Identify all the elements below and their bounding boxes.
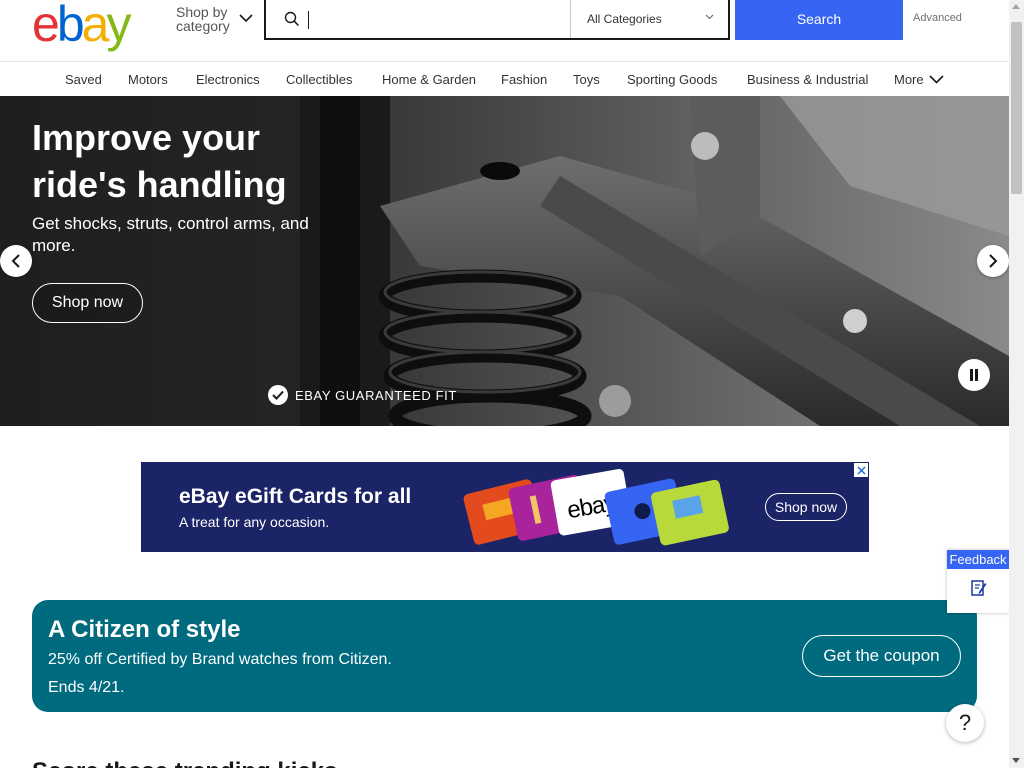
chevron-down-icon [929,75,944,84]
citizen-promo-banner: A Citizen of style 25% off Certified by … [32,600,977,712]
search-icon [284,11,300,27]
header: ebay Shop by category All Categories Sea… [0,0,1009,61]
ad-subtitle: A treat for any occasion. [179,514,330,530]
guaranteed-fit-label: EBAY GUARANTEED FIT [295,387,457,403]
nav-item-toys[interactable]: Toys [573,72,600,87]
ad-close-button[interactable] [854,463,868,477]
shop-by-category-button[interactable]: Shop by category [176,4,253,34]
gift-cards-illustration: ebay [463,469,729,546]
get-coupon-button[interactable]: Get the coupon [802,635,961,677]
guaranteed-fit-badge: EBAY GUARANTEED FIT [268,385,457,405]
nav-item-electronics[interactable]: Electronics [196,72,260,87]
nav-item-motors[interactable]: Motors [128,72,168,87]
nav-item-fashion[interactable]: Fashion [501,72,547,87]
logo-letter-e: e [32,0,60,52]
ad-title: eBay eGift Cards for all [179,485,412,508]
scroll-up-arrow-icon[interactable] [1012,4,1020,9]
shop-by-category-label: Shop by category [176,4,230,34]
hero-carousel: Improve your ride's handling Get shocks,… [0,96,1009,426]
search-field-wrapper [266,0,570,38]
hero-shop-now-button[interactable]: Shop now [32,283,143,323]
logo-letter-a: a [81,0,110,52]
egift-card-ad-banner[interactable]: eBay eGift Cards for all A treat for any… [141,462,869,552]
promo-description: 25% off Certified by Brand watches from … [48,651,392,668]
trending-section-heading: Score these trending kicks [32,758,337,768]
hero-subtitle: Get shocks, struts, control arms, and mo… [32,214,309,255]
page-scrollbar[interactable] [1009,0,1024,768]
chevron-down-icon [239,14,253,23]
nav-item-saved[interactable]: Saved [65,72,102,87]
feedback-label: Feedback [947,550,1009,569]
promo-end-date: Ends 4/21. [48,679,125,696]
promo-title: A Citizen of style [48,616,241,643]
feedback-widget[interactable]: Feedback [947,550,1009,613]
logo-letter-y: y [106,0,131,52]
ad-shop-now-button[interactable]: Shop now [765,493,847,521]
search-input[interactable] [306,6,556,32]
ebay-home-page: ebay Shop by category All Categories Sea… [0,0,1024,768]
category-nav: Saved Motors Electronics Collectibles Ho… [0,61,1009,96]
checkmark-icon [268,385,288,405]
logo-letter-b: b [56,0,85,52]
chevron-left-icon [11,254,20,268]
chevron-right-icon [989,254,998,268]
feedback-edit-icon [971,580,987,596]
close-icon [856,465,866,475]
ebay-logo[interactable]: ebay [32,0,131,52]
category-select-value: All Categories [587,12,662,26]
nav-item-collectibles[interactable]: Collectibles [286,72,352,87]
help-button[interactable]: ? [946,704,984,742]
carousel-previous-button[interactable] [0,245,32,277]
scrollbar-thumb[interactable] [1011,22,1022,194]
carousel-next-button[interactable] [977,245,1009,277]
advanced-search-link[interactable]: Advanced [913,12,962,24]
hero-title: Improve your ride's handling [32,117,287,205]
category-select[interactable]: All Categories [570,0,728,38]
search-bar: All Categories [264,0,730,40]
nav-item-business-industrial[interactable]: Business & Industrial [747,72,868,87]
nav-item-sporting-goods[interactable]: Sporting Goods [627,72,717,87]
nav-item-home-garden[interactable]: Home & Garden [382,72,476,87]
text-cursor [308,11,309,29]
pause-icon [970,369,978,381]
nav-item-more[interactable]: More [894,72,924,87]
chevron-down-icon [705,14,714,20]
scroll-down-arrow-icon[interactable] [1012,758,1020,763]
carousel-pause-button[interactable] [958,359,990,391]
search-button[interactable]: Search [735,0,903,40]
